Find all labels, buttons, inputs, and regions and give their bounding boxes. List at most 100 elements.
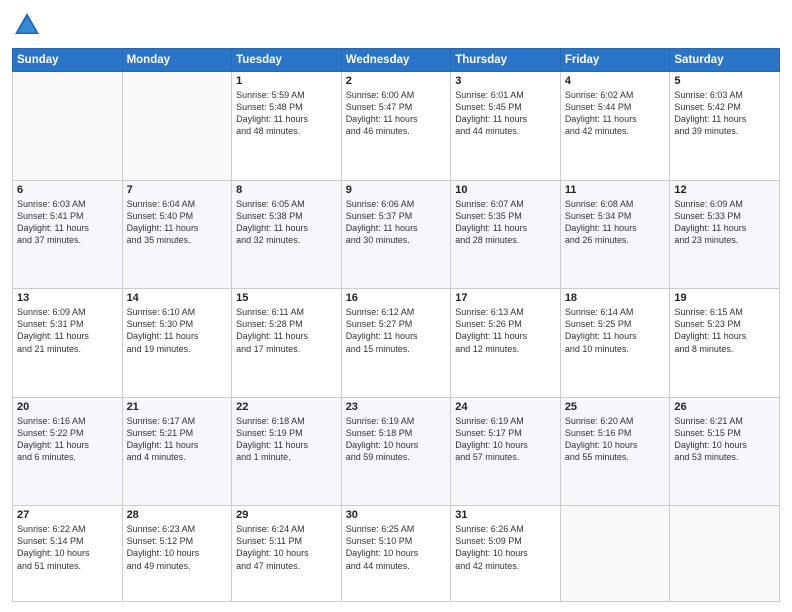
day-info: Sunrise: 6:26 AM Sunset: 5:09 PM Dayligh… — [455, 523, 556, 572]
day-number: 7 — [127, 184, 228, 196]
calendar-cell: 24 Sunrise: 6:19 AM Sunset: 5:17 PM Dayli… — [451, 397, 561, 506]
calendar-cell: 7 Sunrise: 6:04 AM Sunset: 5:40 PM Daylig… — [122, 180, 232, 289]
calendar-cell: 9 Sunrise: 6:06 AM Sunset: 5:37 PM Daylig… — [341, 180, 451, 289]
day-info: Sunrise: 6:17 AM Sunset: 5:21 PM Dayligh… — [127, 415, 228, 464]
day-info: Sunrise: 6:13 AM Sunset: 5:26 PM Dayligh… — [455, 306, 556, 355]
day-info: Sunrise: 6:11 AM Sunset: 5:28 PM Dayligh… — [236, 306, 337, 355]
day-number: 6 — [17, 184, 118, 196]
calendar-cell: 5 Sunrise: 6:03 AM Sunset: 5:42 PM Daylig… — [670, 72, 780, 181]
day-number: 8 — [236, 184, 337, 196]
calendar-cell: 22 Sunrise: 6:18 AM Sunset: 5:19 PM Dayli… — [232, 397, 342, 506]
day-number: 24 — [455, 401, 556, 413]
day-number: 27 — [17, 509, 118, 521]
logo-icon — [12, 10, 42, 40]
day-number: 28 — [127, 509, 228, 521]
calendar-cell: 10 Sunrise: 6:07 AM Sunset: 5:35 PM Dayli… — [451, 180, 561, 289]
day-info: Sunrise: 6:14 AM Sunset: 5:25 PM Dayligh… — [565, 306, 666, 355]
calendar-cell: 4 Sunrise: 6:02 AM Sunset: 5:44 PM Daylig… — [560, 72, 670, 181]
day-info: Sunrise: 6:09 AM Sunset: 5:31 PM Dayligh… — [17, 306, 118, 355]
day-info: Sunrise: 6:18 AM Sunset: 5:19 PM Dayligh… — [236, 415, 337, 464]
day-number: 9 — [346, 184, 447, 196]
day-info: Sunrise: 6:16 AM Sunset: 5:22 PM Dayligh… — [17, 415, 118, 464]
calendar-cell: 3 Sunrise: 6:01 AM Sunset: 5:45 PM Daylig… — [451, 72, 561, 181]
calendar-cell — [122, 72, 232, 181]
calendar-cell — [560, 506, 670, 602]
calendar-cell: 16 Sunrise: 6:12 AM Sunset: 5:27 PM Dayli… — [341, 289, 451, 398]
day-number: 4 — [565, 75, 666, 87]
day-info: Sunrise: 6:03 AM Sunset: 5:41 PM Dayligh… — [17, 198, 118, 247]
day-info: Sunrise: 6:02 AM Sunset: 5:44 PM Dayligh… — [565, 89, 666, 138]
day-info: Sunrise: 6:03 AM Sunset: 5:42 PM Dayligh… — [674, 89, 775, 138]
day-number: 20 — [17, 401, 118, 413]
day-info: Sunrise: 5:59 AM Sunset: 5:48 PM Dayligh… — [236, 89, 337, 138]
day-info: Sunrise: 6:06 AM Sunset: 5:37 PM Dayligh… — [346, 198, 447, 247]
header — [12, 10, 780, 40]
calendar-cell: 17 Sunrise: 6:13 AM Sunset: 5:26 PM Dayli… — [451, 289, 561, 398]
day-header: Sunday — [13, 49, 123, 72]
day-number: 5 — [674, 75, 775, 87]
day-header: Wednesday — [341, 49, 451, 72]
page: SundayMondayTuesdayWednesdayThursdayFrid… — [0, 0, 792, 612]
day-number: 29 — [236, 509, 337, 521]
calendar-cell: 2 Sunrise: 6:00 AM Sunset: 5:47 PM Daylig… — [341, 72, 451, 181]
day-info: Sunrise: 6:19 AM Sunset: 5:17 PM Dayligh… — [455, 415, 556, 464]
calendar-cell: 21 Sunrise: 6:17 AM Sunset: 5:21 PM Dayli… — [122, 397, 232, 506]
day-info: Sunrise: 6:25 AM Sunset: 5:10 PM Dayligh… — [346, 523, 447, 572]
calendar-table: SundayMondayTuesdayWednesdayThursdayFrid… — [12, 48, 780, 602]
day-info: Sunrise: 6:24 AM Sunset: 5:11 PM Dayligh… — [236, 523, 337, 572]
day-number: 23 — [346, 401, 447, 413]
day-number: 19 — [674, 292, 775, 304]
calendar-cell: 29 Sunrise: 6:24 AM Sunset: 5:11 PM Dayli… — [232, 506, 342, 602]
calendar-cell: 28 Sunrise: 6:23 AM Sunset: 5:12 PM Dayli… — [122, 506, 232, 602]
day-info: Sunrise: 6:10 AM Sunset: 5:30 PM Dayligh… — [127, 306, 228, 355]
calendar-cell — [13, 72, 123, 181]
day-info: Sunrise: 6:23 AM Sunset: 5:12 PM Dayligh… — [127, 523, 228, 572]
day-number: 2 — [346, 75, 447, 87]
day-info: Sunrise: 6:15 AM Sunset: 5:23 PM Dayligh… — [674, 306, 775, 355]
day-number: 15 — [236, 292, 337, 304]
day-info: Sunrise: 6:01 AM Sunset: 5:45 PM Dayligh… — [455, 89, 556, 138]
calendar-cell: 11Sunrise: 6:08 AM Sunset: 5:34 PM Dayli… — [560, 180, 670, 289]
day-info: Sunrise: 6:05 AM Sunset: 5:38 PM Dayligh… — [236, 198, 337, 247]
day-number: 10 — [455, 184, 556, 196]
day-info: Sunrise: 6:08 AM Sunset: 5:34 PM Dayligh… — [565, 198, 666, 247]
day-number: 25 — [565, 401, 666, 413]
day-number: 22 — [236, 401, 337, 413]
day-number: 14 — [127, 292, 228, 304]
calendar-cell: 12 Sunrise: 6:09 AM Sunset: 5:33 PM Dayli… — [670, 180, 780, 289]
calendar-cell: 30 Sunrise: 6:25 AM Sunset: 5:10 PM Dayli… — [341, 506, 451, 602]
calendar-cell — [670, 506, 780, 602]
day-number: 18 — [565, 292, 666, 304]
day-number: 26 — [674, 401, 775, 413]
day-number: 30 — [346, 509, 447, 521]
day-number: 3 — [455, 75, 556, 87]
calendar-cell: 14 Sunrise: 6:10 AM Sunset: 5:30 PM Dayli… — [122, 289, 232, 398]
day-number: 12 — [674, 184, 775, 196]
day-header: Thursday — [451, 49, 561, 72]
calendar-cell: 1 Sunrise: 5:59 AM Sunset: 5:48 PM Daylig… — [232, 72, 342, 181]
day-info: Sunrise: 6:09 AM Sunset: 5:33 PM Dayligh… — [674, 198, 775, 247]
day-header: Saturday — [670, 49, 780, 72]
day-info: Sunrise: 6:07 AM Sunset: 5:35 PM Dayligh… — [455, 198, 556, 247]
day-number: 1 — [236, 75, 337, 87]
calendar-cell: 19 Sunrise: 6:15 AM Sunset: 5:23 PM Dayli… — [670, 289, 780, 398]
calendar-cell: 13 Sunrise: 6:09 AM Sunset: 5:31 PM Dayli… — [13, 289, 123, 398]
day-info: Sunrise: 6:00 AM Sunset: 5:47 PM Dayligh… — [346, 89, 447, 138]
day-info: Sunrise: 6:12 AM Sunset: 5:27 PM Dayligh… — [346, 306, 447, 355]
calendar-cell: 15 Sunrise: 6:11 AM Sunset: 5:28 PM Dayli… — [232, 289, 342, 398]
day-number: 16 — [346, 292, 447, 304]
day-info: Sunrise: 6:21 AM Sunset: 5:15 PM Dayligh… — [674, 415, 775, 464]
calendar-cell: 27Sunrise: 6:22 AM Sunset: 5:14 PM Dayli… — [13, 506, 123, 602]
day-number: 13 — [17, 292, 118, 304]
day-number: 31 — [455, 509, 556, 521]
calendar-cell: 25 Sunrise: 6:20 AM Sunset: 5:16 PM Dayli… — [560, 397, 670, 506]
day-info: Sunrise: 6:04 AM Sunset: 5:40 PM Dayligh… — [127, 198, 228, 247]
day-info: Sunrise: 6:20 AM Sunset: 5:16 PM Dayligh… — [565, 415, 666, 464]
logo — [12, 10, 46, 40]
day-number: 17 — [455, 292, 556, 304]
calendar-cell: 31 Sunrise: 6:26 AM Sunset: 5:09 PM Dayli… — [451, 506, 561, 602]
day-number: 21 — [127, 401, 228, 413]
calendar-cell: 6 Sunrise: 6:03 AM Sunset: 5:41 PM Daylig… — [13, 180, 123, 289]
calendar-cell: 8 Sunrise: 6:05 AM Sunset: 5:38 PM Daylig… — [232, 180, 342, 289]
day-header: Tuesday — [232, 49, 342, 72]
